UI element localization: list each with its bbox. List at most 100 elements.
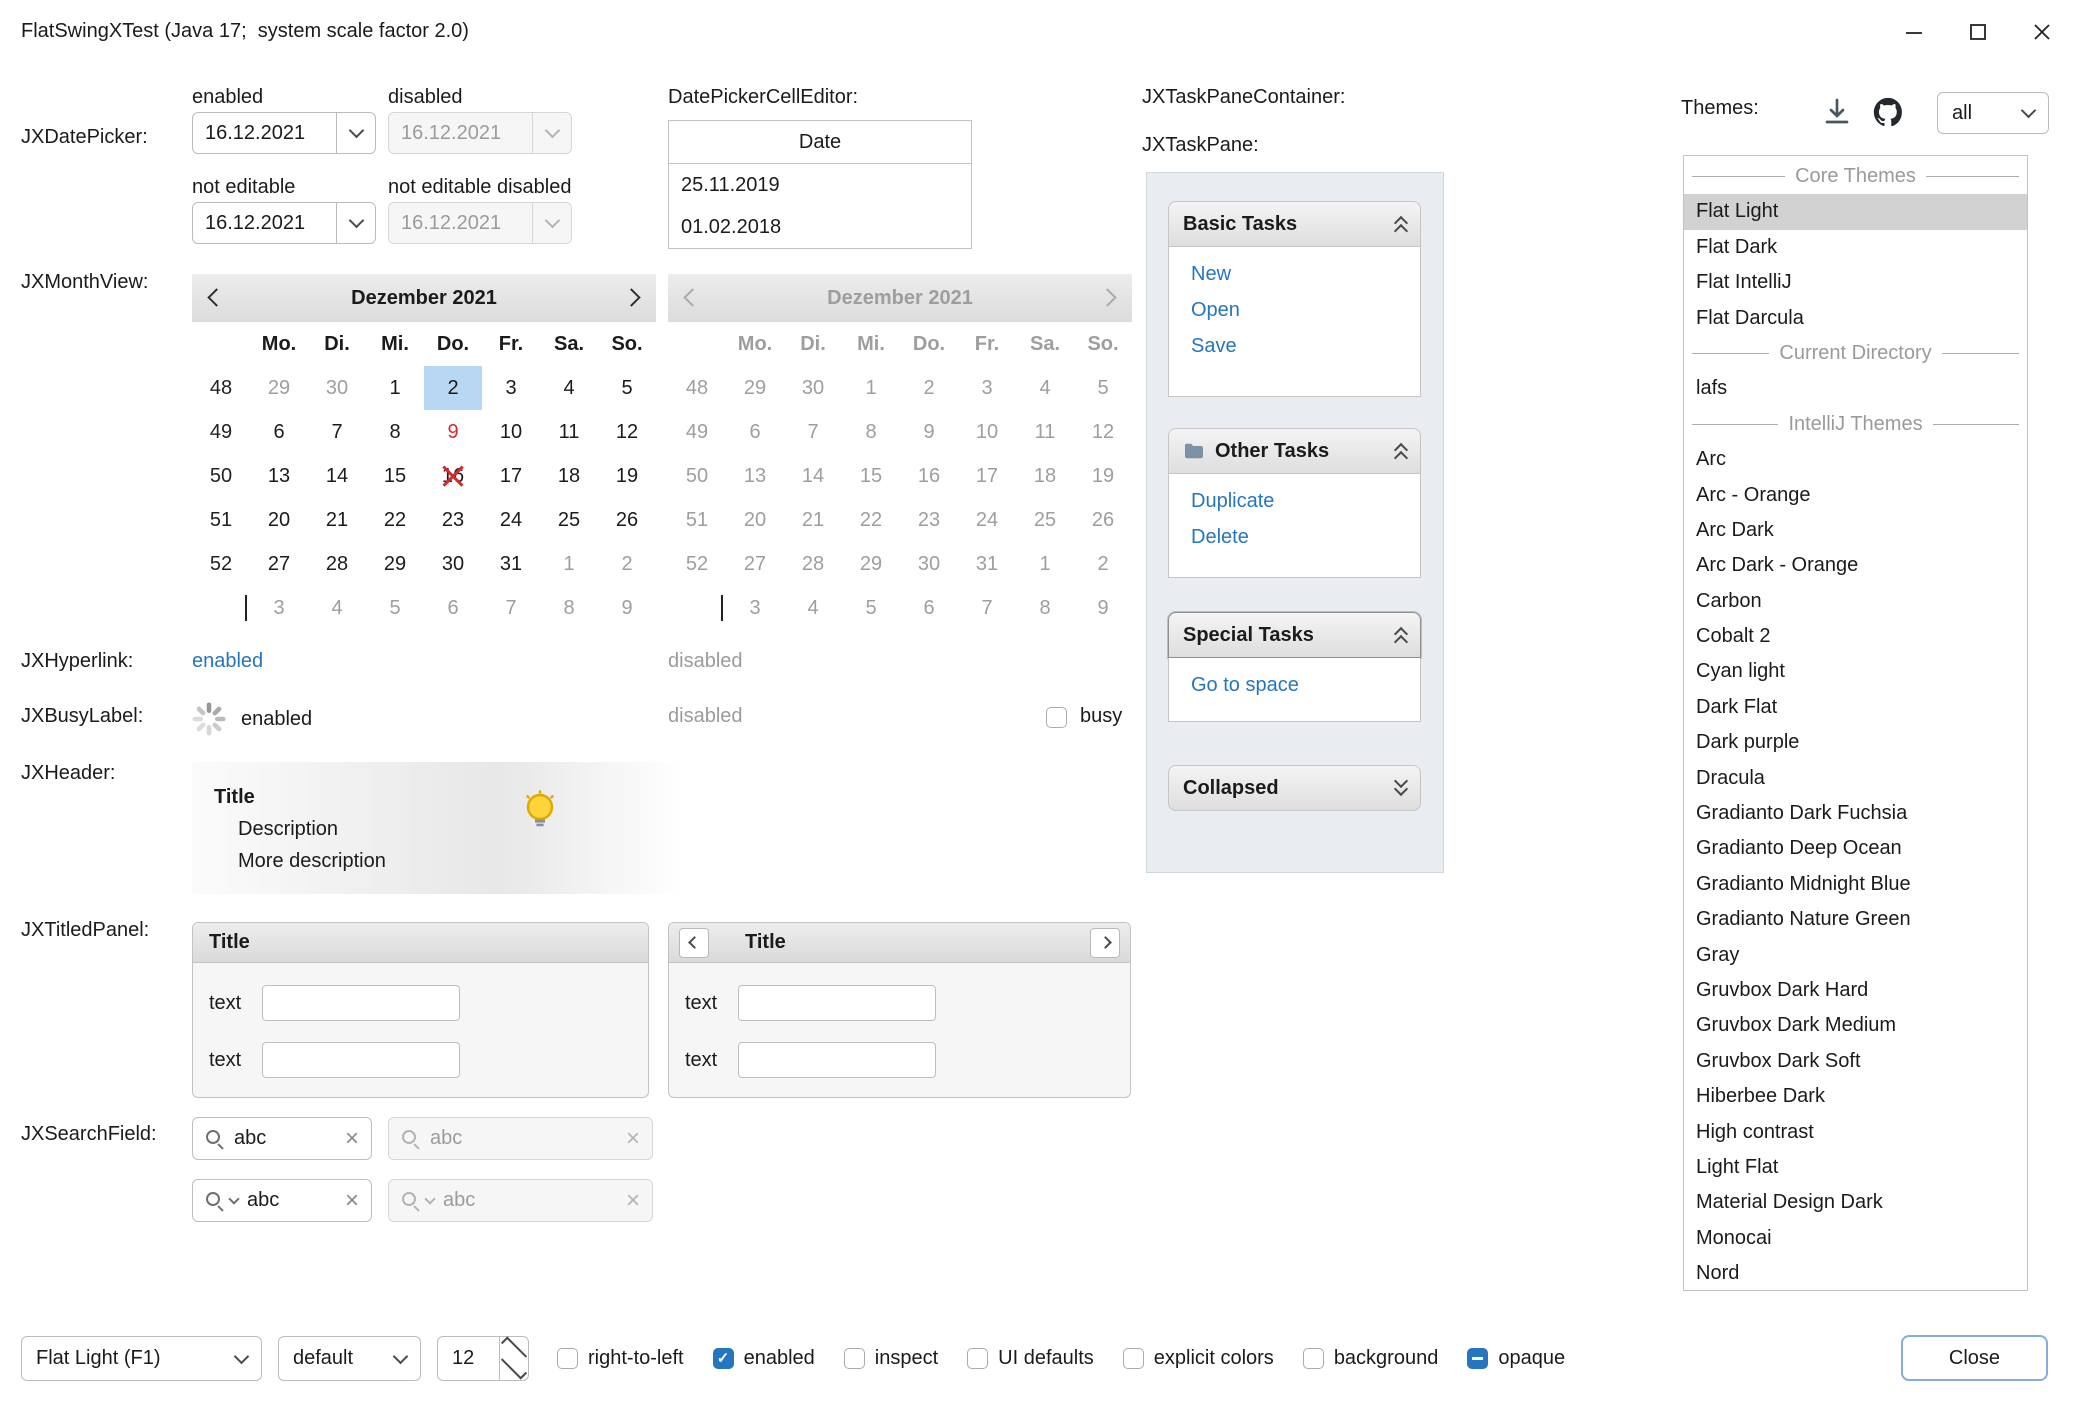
checkbox-inspect[interactable]: inspect	[844, 1347, 938, 1370]
theme-item[interactable]: Material Design Dark	[1684, 1185, 2027, 1220]
calendar-day[interactable]: 9	[598, 586, 656, 630]
theme-item[interactable]: High contrast	[1684, 1115, 2027, 1150]
download-themes-button[interactable]	[1815, 90, 1859, 134]
calendar-day[interactable]: 12	[598, 410, 656, 454]
theme-item[interactable]: Hiberbee Dark	[1684, 1079, 2027, 1114]
checkbox-box[interactable]	[967, 1348, 988, 1369]
theme-item[interactable]: Cyan light	[1684, 654, 2027, 689]
theme-item[interactable]: Gradianto Dark Fuchsia	[1684, 796, 2027, 831]
prev-month-icon[interactable]	[210, 287, 223, 310]
calendar-day[interactable]: 25	[540, 498, 598, 542]
theme-item[interactable]: Arc Dark - Orange	[1684, 548, 2027, 583]
taskpane-link[interactable]: Open	[1191, 292, 1420, 328]
calendar-day[interactable]: 13	[250, 454, 308, 498]
datepicker-dropdown-button[interactable]	[336, 203, 375, 243]
calendar-day[interactable]: 30	[308, 366, 366, 410]
busy-checkbox[interactable]	[1046, 707, 1067, 728]
search-value[interactable]: abc	[234, 1127, 336, 1150]
collapse-icon[interactable]	[1396, 443, 1406, 459]
calendar-day[interactable]: 8	[366, 410, 424, 454]
font-size-spinner[interactable]: 12	[437, 1336, 529, 1381]
calendar-day[interactable]: 28	[308, 542, 366, 586]
prev-button[interactable]	[679, 928, 709, 958]
text-input[interactable]	[738, 985, 936, 1021]
theme-item[interactable]: Arc	[1684, 442, 2027, 477]
laf-combo[interactable]: Flat Light (F1)	[21, 1336, 262, 1381]
datepicker-value[interactable]: 16.12.2021	[193, 113, 336, 153]
checkbox-background[interactable]: background	[1303, 1347, 1439, 1370]
checkbox-opaque[interactable]: opaque	[1467, 1347, 1565, 1370]
themes-filter-combo[interactable]: all	[1937, 92, 2049, 134]
minimize-button[interactable]	[1882, 0, 1946, 63]
theme-item[interactable]: Gray	[1684, 938, 2027, 973]
search-value[interactable]: abc	[247, 1189, 336, 1212]
calendar-day[interactable]: 27	[250, 542, 308, 586]
calendar-day[interactable]: 5	[598, 366, 656, 410]
search-field-with-menu[interactable]: abc ×	[192, 1179, 372, 1222]
github-button[interactable]	[1866, 90, 1910, 134]
theme-item[interactable]: Gradianto Midnight Blue	[1684, 867, 2027, 902]
checkbox-box[interactable]	[557, 1348, 578, 1369]
calendar-day[interactable]: 1	[540, 542, 598, 586]
theme-item[interactable]: Arc Dark	[1684, 513, 2027, 548]
text-input[interactable]	[262, 1042, 460, 1078]
calendar-day[interactable]: 16	[424, 454, 482, 498]
calendar-day[interactable]: 5	[366, 586, 424, 630]
theme-item[interactable]: Monocai	[1684, 1221, 2027, 1256]
theme-item[interactable]: Dark Flat	[1684, 690, 2027, 725]
close-window-button[interactable]	[2010, 0, 2074, 63]
theme-item[interactable]: Flat IntelliJ	[1684, 265, 2027, 300]
calendar-day[interactable]: 4	[540, 366, 598, 410]
taskpane-link[interactable]: New	[1191, 256, 1420, 292]
calendar-day[interactable]: 21	[308, 498, 366, 542]
datepicker-enabled[interactable]: 16.12.2021	[192, 112, 376, 154]
calendar-day[interactable]: 18	[540, 454, 598, 498]
calendar-day[interactable]: 7	[308, 410, 366, 454]
theme-item[interactable]: Light Flat	[1684, 1150, 2027, 1185]
next-button[interactable]	[1090, 928, 1120, 958]
calendar-day[interactable]: 9	[424, 410, 482, 454]
datepicker-not-editable[interactable]: 16.12.2021	[192, 202, 376, 244]
theme-item[interactable]: Flat Darcula	[1684, 301, 2027, 336]
theme-item[interactable]: lafs	[1684, 371, 2027, 406]
search-field-enabled[interactable]: abc ×	[192, 1117, 372, 1160]
calendar-day[interactable]: 8	[540, 586, 598, 630]
theme-item[interactable]: Gruvbox Dark Medium	[1684, 1008, 2027, 1043]
calendar-day[interactable]: 19	[598, 454, 656, 498]
calendar-day[interactable]: 29	[250, 366, 308, 410]
checkbox-box[interactable]	[844, 1348, 865, 1369]
font-combo[interactable]: default	[278, 1336, 421, 1381]
theme-item[interactable]: Gradianto Nature Green	[1684, 902, 2027, 937]
checkbox-ui-defaults[interactable]: UI defaults	[967, 1347, 1094, 1370]
calendar-day[interactable]: 6	[250, 410, 308, 454]
taskpane-header[interactable]: Other Tasks	[1168, 428, 1421, 474]
checkbox-box[interactable]	[1303, 1348, 1324, 1369]
clear-icon[interactable]: ×	[345, 1189, 359, 1213]
font-size-value[interactable]: 12	[438, 1337, 499, 1380]
theme-item[interactable]: Flat Dark	[1684, 230, 2027, 265]
calendar-day[interactable]: 30	[424, 542, 482, 586]
calendar-day[interactable]: 3	[482, 366, 540, 410]
checkbox-box[interactable]: ✓	[713, 1348, 734, 1369]
table-row[interactable]: 25.11.2019	[669, 164, 971, 206]
collapse-icon[interactable]	[1396, 627, 1406, 643]
taskpane-link[interactable]: Delete	[1191, 519, 1420, 555]
collapse-icon[interactable]	[1396, 216, 1406, 232]
calendar-day[interactable]: 23	[424, 498, 482, 542]
theme-item[interactable]: Gruvbox Dark Soft	[1684, 1044, 2027, 1079]
chevron-down-icon[interactable]	[228, 1193, 239, 1204]
taskpane-header[interactable]: Basic Tasks	[1168, 201, 1421, 247]
table-row[interactable]: 01.02.2018	[669, 206, 971, 248]
calendar-day[interactable]: 2	[424, 366, 482, 410]
taskpane-header[interactable]: Special Tasks	[1168, 612, 1421, 658]
theme-item[interactable]: Cobalt 2	[1684, 619, 2027, 654]
expand-icon[interactable]	[1396, 780, 1406, 796]
calendar-day[interactable]: 17	[482, 454, 540, 498]
theme-item[interactable]: Dark purple	[1684, 725, 2027, 760]
taskpane-link[interactable]: Duplicate	[1191, 483, 1420, 519]
theme-item[interactable]: Carbon	[1684, 584, 2027, 619]
calendar-day[interactable]: 31	[482, 542, 540, 586]
checkbox-enabled[interactable]: ✓enabled	[713, 1347, 815, 1370]
checkbox-right-to-left[interactable]: right-to-left	[557, 1347, 684, 1370]
next-month-icon[interactable]	[625, 287, 638, 310]
